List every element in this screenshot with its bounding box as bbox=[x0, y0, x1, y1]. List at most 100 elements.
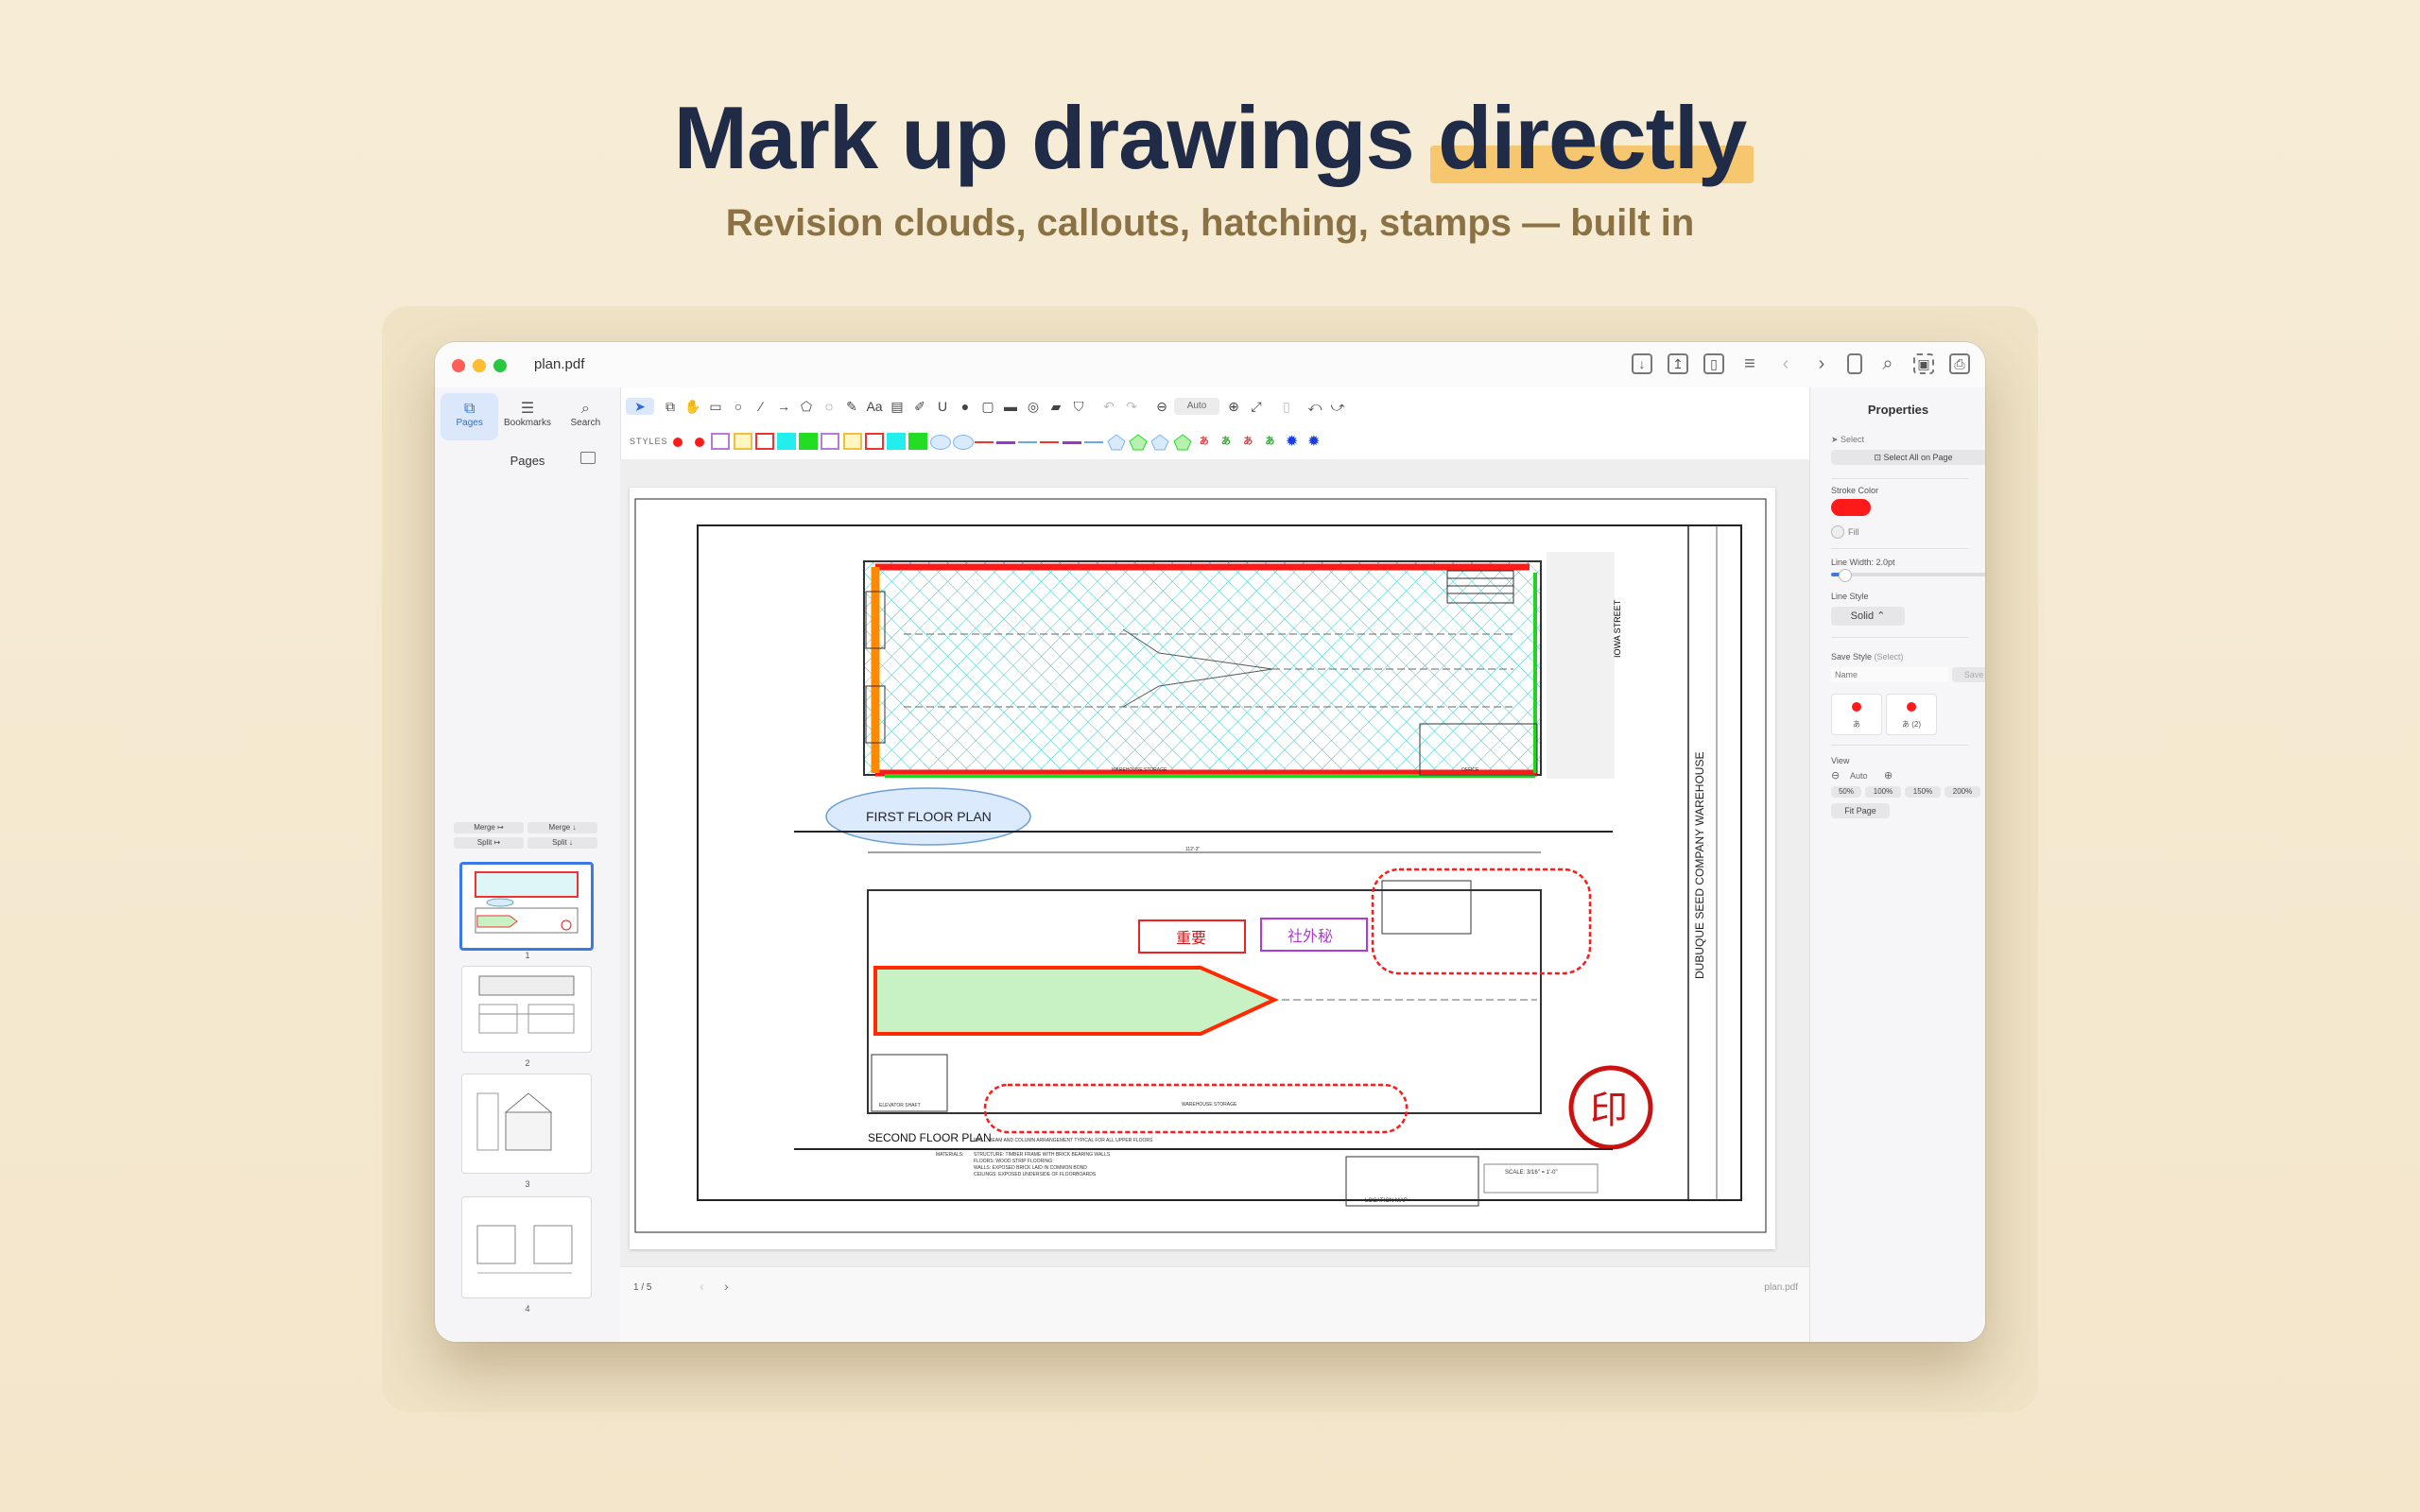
style-swatch[interactable] bbox=[930, 433, 952, 452]
rotate-left-icon[interactable]: ⤺ bbox=[1306, 398, 1323, 415]
undo-icon[interactable]: ↶ bbox=[1100, 398, 1117, 415]
print-icon[interactable]: ⎙ bbox=[1949, 353, 1970, 374]
redo-icon[interactable]: ↷ bbox=[1123, 398, 1140, 415]
clipboard-icon[interactable]: ▯ bbox=[1278, 398, 1295, 415]
single-page-icon[interactable] bbox=[1847, 353, 1862, 374]
merge-all-button[interactable]: Merge ↓ bbox=[527, 822, 597, 833]
lasso-tool-icon[interactable]: ⧉ bbox=[662, 398, 679, 415]
select-mode[interactable]: ➤ Select bbox=[1831, 435, 1864, 445]
saved-style[interactable]: あ (2) bbox=[1886, 694, 1937, 735]
line-width-thumb[interactable] bbox=[1839, 569, 1852, 582]
fit-icon[interactable]: ⤢ bbox=[1248, 398, 1265, 415]
seal-tool-icon[interactable]: ◎ bbox=[1025, 398, 1042, 415]
tab-bookmarks[interactable]: ☰ Bookmarks bbox=[498, 393, 556, 440]
zoom-50-button[interactable]: 50% bbox=[1831, 786, 1861, 798]
line-width-slider[interactable] bbox=[1831, 569, 1985, 582]
textbox-tool-icon[interactable]: ▤ bbox=[889, 398, 906, 415]
fill-checkbox[interactable] bbox=[1831, 525, 1844, 539]
next-page-icon[interactable]: › bbox=[724, 1279, 729, 1294]
measure-tool-icon[interactable]: ▬ bbox=[1002, 398, 1019, 415]
zoom-window-button[interactable] bbox=[493, 359, 507, 372]
hand-tool-icon[interactable]: ✋ bbox=[684, 398, 701, 415]
rectangle-tool-icon[interactable]: ▭ bbox=[707, 398, 724, 415]
style-swatch[interactable] bbox=[974, 433, 995, 452]
prev-page-icon[interactable]: ‹ bbox=[700, 1279, 704, 1294]
save-style-button[interactable]: Save bbox=[1952, 667, 1985, 682]
tab-search[interactable]: ⌕ Search bbox=[557, 393, 614, 440]
confidential-stamp[interactable]: 社外秘 bbox=[1288, 927, 1333, 945]
page-thumbnail[interactable] bbox=[461, 966, 592, 1053]
hatch-tool-icon[interactable]: ▰ bbox=[1047, 398, 1064, 415]
page-thumbnail[interactable] bbox=[461, 1074, 592, 1174]
style-swatch[interactable] bbox=[1106, 433, 1127, 452]
back-icon[interactable]: ‹ bbox=[1775, 353, 1796, 374]
zoom-in-icon[interactable]: ⊕ bbox=[1225, 398, 1242, 415]
style-swatch[interactable]: あ bbox=[1237, 433, 1258, 452]
fit-page-button[interactable]: Fit Page bbox=[1831, 803, 1890, 818]
style-swatch[interactable] bbox=[754, 433, 776, 452]
style-swatch[interactable] bbox=[1040, 433, 1061, 452]
zoom-100-button[interactable]: 100% bbox=[1865, 786, 1901, 798]
polygon-tool-icon[interactable]: ⬠ bbox=[798, 398, 815, 415]
rotate-right-icon[interactable]: ⤻ bbox=[1329, 398, 1346, 415]
important-stamp[interactable]: 重要 bbox=[1176, 929, 1206, 947]
style-swatch[interactable]: ✹ bbox=[1282, 433, 1303, 452]
tab-pages[interactable]: ⧉ Pages bbox=[441, 393, 499, 440]
scan-icon[interactable]: ▣ bbox=[1913, 353, 1934, 374]
underline-tool-icon[interactable]: U bbox=[934, 398, 951, 415]
style-swatch[interactable] bbox=[689, 433, 710, 452]
sidebar-toggle-icon[interactable]: ▯ bbox=[1703, 353, 1724, 374]
close-window-button[interactable] bbox=[452, 359, 465, 372]
saved-style[interactable]: あ bbox=[1831, 694, 1882, 735]
zoom-150-button[interactable]: 150% bbox=[1905, 786, 1941, 798]
highlighter-tool-icon[interactable]: ✐ bbox=[911, 398, 928, 415]
search-icon[interactable]: ⌕ bbox=[1877, 353, 1898, 374]
style-swatch[interactable] bbox=[908, 433, 929, 452]
split-all-button[interactable]: Split ↓ bbox=[527, 837, 597, 849]
text-tool-icon[interactable]: Aa bbox=[866, 398, 883, 415]
cloud-tool-icon[interactable]: ◌ bbox=[821, 398, 838, 415]
style-swatch[interactable]: あ bbox=[1216, 433, 1236, 452]
import-icon[interactable]: ↓ bbox=[1632, 353, 1652, 374]
zoom-out-icon[interactable]: ⊖ bbox=[1153, 398, 1170, 415]
style-swatch[interactable]: あ bbox=[1259, 433, 1280, 452]
style-swatch[interactable] bbox=[733, 433, 754, 452]
arrow-tool-icon[interactable]: → bbox=[775, 398, 792, 415]
stroke-color-swatch[interactable] bbox=[1831, 499, 1871, 516]
style-swatch[interactable] bbox=[887, 433, 908, 452]
style-swatch[interactable] bbox=[667, 433, 688, 452]
select-tool-icon[interactable]: ➤ bbox=[626, 398, 654, 415]
style-swatch[interactable] bbox=[1172, 433, 1193, 452]
style-swatch[interactable] bbox=[996, 433, 1017, 452]
page-thumbnail[interactable] bbox=[461, 1196, 592, 1298]
line-style-select[interactable]: Solid ⌃ bbox=[1831, 607, 1905, 626]
minimize-window-button[interactable] bbox=[473, 359, 486, 372]
forward-icon[interactable]: › bbox=[1811, 353, 1832, 374]
style-swatch[interactable] bbox=[821, 433, 841, 452]
style-swatch[interactable] bbox=[711, 433, 732, 452]
style-swatch[interactable] bbox=[1062, 433, 1083, 452]
page-thumbnail[interactable] bbox=[459, 862, 594, 951]
style-swatch[interactable] bbox=[799, 433, 820, 452]
select-all-button[interactable]: ⊡ Select All on Page bbox=[1831, 450, 1985, 465]
export-icon[interactable]: ↥ bbox=[1668, 353, 1688, 374]
view-auto[interactable]: Auto bbox=[1850, 771, 1868, 781]
style-swatch[interactable] bbox=[777, 433, 798, 452]
adjustments-icon[interactable]: ≡ bbox=[1739, 353, 1760, 374]
line-tool-icon[interactable]: ∕ bbox=[752, 398, 769, 415]
style-swatch[interactable]: ✹ bbox=[1304, 433, 1324, 452]
style-swatch[interactable] bbox=[952, 433, 974, 452]
merge-next-button[interactable]: Merge ↦ bbox=[454, 822, 524, 833]
zoom-200-button[interactable]: 200% bbox=[1945, 786, 1980, 798]
stamp-tool-icon[interactable]: ● bbox=[957, 398, 974, 415]
style-swatch[interactable] bbox=[1150, 433, 1170, 452]
pen-tool-icon[interactable]: ✎ bbox=[843, 398, 860, 415]
style-swatch[interactable] bbox=[1128, 433, 1149, 452]
style-swatch[interactable] bbox=[1083, 433, 1105, 452]
style-swatch[interactable]: あ bbox=[1194, 433, 1215, 452]
ellipse-tool-icon[interactable]: ○ bbox=[730, 398, 747, 415]
style-swatch[interactable] bbox=[842, 433, 864, 452]
style-swatch[interactable] bbox=[1018, 433, 1039, 452]
seal-stamp[interactable]: 印 bbox=[1590, 1089, 1628, 1132]
redact-tool-icon[interactable]: ⛉ bbox=[1070, 398, 1087, 415]
